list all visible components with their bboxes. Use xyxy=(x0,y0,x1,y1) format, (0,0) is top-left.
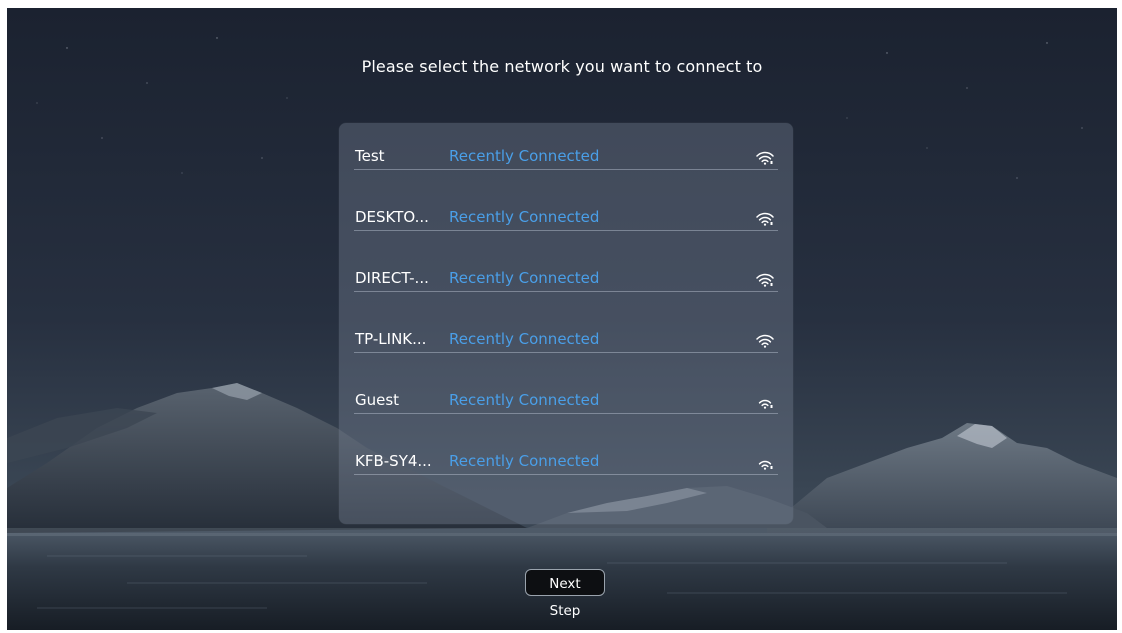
next-step-button[interactable]: Next Step xyxy=(525,569,605,619)
wifi-signal-icon xyxy=(756,273,774,287)
network-item[interactable]: Guest Recently Connected xyxy=(354,367,778,414)
network-item[interactable]: TP-LINK... Recently Connected xyxy=(354,306,778,353)
network-status: Recently Connected xyxy=(449,452,600,470)
wifi-signal-icon xyxy=(756,212,774,226)
wifi-signal-icon xyxy=(758,460,773,470)
network-ssid: Test xyxy=(355,147,385,165)
setup-screen: Please select the network you want to co… xyxy=(7,8,1117,630)
network-ssid: KFB-SY4... xyxy=(355,452,432,470)
page-title: Please select the network you want to co… xyxy=(361,57,763,76)
network-status: Recently Connected xyxy=(449,330,600,348)
network-status: Recently Connected xyxy=(449,208,600,226)
network-status: Recently Connected xyxy=(449,391,600,409)
network-item[interactable]: DIRECT-... Recently Connected xyxy=(354,245,778,292)
network-status: Recently Connected xyxy=(449,147,600,165)
network-item[interactable]: DESKTO... Recently Connected xyxy=(354,184,778,231)
network-item[interactable]: Test Recently Connected xyxy=(354,123,778,170)
wifi-signal-icon xyxy=(758,399,773,409)
wifi-signal-icon xyxy=(756,334,774,348)
network-status: Recently Connected xyxy=(449,269,600,287)
network-ssid: TP-LINK... xyxy=(355,330,427,348)
wifi-signal-icon xyxy=(756,151,774,165)
network-list-panel: Test Recently Connected DESKTO... Recent… xyxy=(339,123,793,524)
network-ssid: DESKTO... xyxy=(355,208,429,226)
network-ssid: DIRECT-... xyxy=(355,269,429,287)
network-ssid: Guest xyxy=(355,391,400,409)
network-item[interactable]: KFB-SY4... Recently Connected xyxy=(354,428,778,475)
